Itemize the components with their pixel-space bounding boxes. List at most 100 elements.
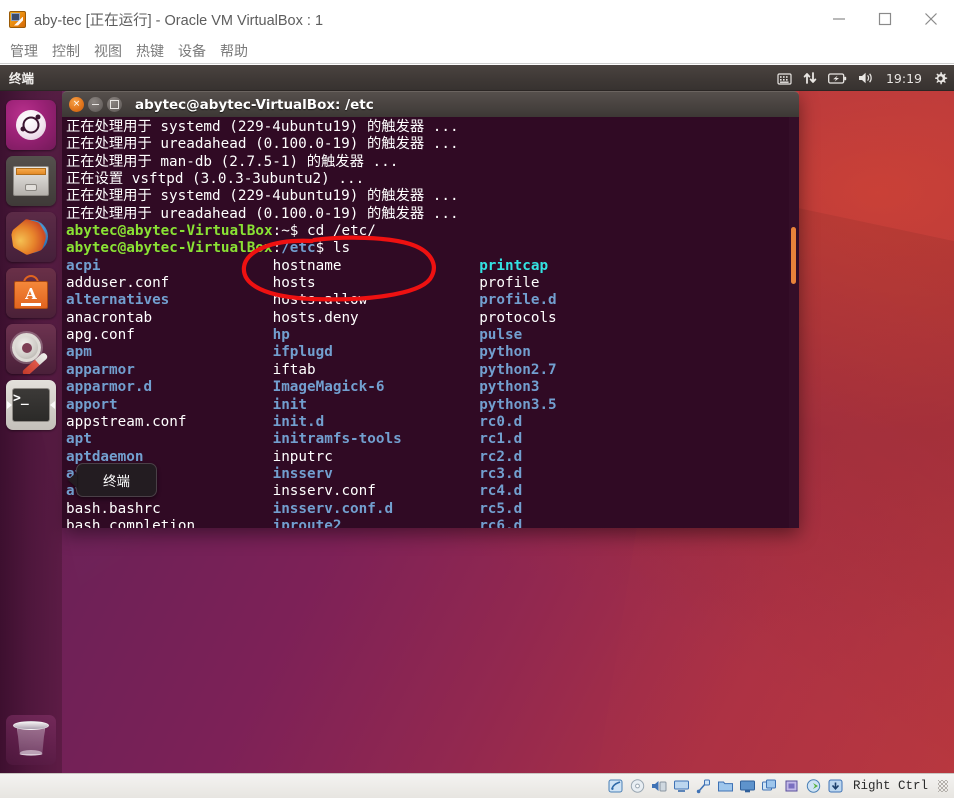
system-settings-icon[interactable] bbox=[6, 324, 56, 374]
audio-icon[interactable] bbox=[651, 778, 668, 794]
software-center-icon[interactable]: A bbox=[6, 268, 56, 318]
menu-item-control[interactable]: 控制 bbox=[52, 41, 80, 61]
terminal-body[interactable]: 正在处理用于 systemd (229-4ubuntu19) 的触发器 ... 正… bbox=[62, 117, 799, 528]
listing-row: at-spi2 insserv rc3.d bbox=[66, 466, 799, 483]
menu-item-help[interactable]: 帮助 bbox=[220, 41, 248, 61]
listing-entry: rc5.d bbox=[479, 500, 652, 517]
listing-entry: rc2.d bbox=[479, 448, 652, 465]
vbox-titlebar: aby-tec [正在运行] - Oracle VM VirtualBox : … bbox=[0, 0, 954, 38]
resize-grip[interactable] bbox=[938, 780, 948, 792]
close-button[interactable] bbox=[908, 0, 954, 38]
volume-indicator-icon[interactable] bbox=[858, 71, 875, 85]
listing-entry: adduser.conf bbox=[66, 275, 273, 292]
listing-entry: hosts bbox=[272, 275, 480, 292]
host-key-icon[interactable] bbox=[827, 778, 844, 794]
listing-row: apt initramfs-tools rc1.d bbox=[66, 431, 799, 448]
terminal-output: 正在处理用于 systemd (229-4ubuntu19) 的触发器 ... 正… bbox=[66, 119, 799, 528]
listing-entry: anacrontab bbox=[66, 309, 273, 326]
listing-entry: python bbox=[479, 344, 652, 361]
display-icon[interactable] bbox=[739, 778, 756, 794]
listing-entry: apt bbox=[66, 431, 273, 448]
listing-entry: init.d bbox=[272, 413, 480, 430]
listing-entry: insserv bbox=[272, 465, 480, 482]
listing-entry: hostname bbox=[272, 257, 480, 274]
listing-entry: alternatives bbox=[66, 292, 273, 309]
optical-drive-icon[interactable] bbox=[629, 778, 646, 794]
cpu-icon[interactable] bbox=[783, 778, 800, 794]
listing-row: aptdaemon inputrc rc2.d bbox=[66, 449, 799, 466]
virtualbox-icon bbox=[9, 10, 26, 28]
vbox-menubar: 管理 控制 视图 热键 设备 帮助 bbox=[0, 38, 954, 64]
shared-folders-icon[interactable] bbox=[717, 778, 734, 794]
menu-item-devices[interactable]: 设备 bbox=[178, 41, 206, 61]
vbox-statusbar: Right Ctrl bbox=[0, 773, 954, 798]
listing-entry: bash.bashrc bbox=[66, 500, 273, 517]
listing-entry: python3 bbox=[479, 379, 652, 396]
listing-entry: profile bbox=[479, 275, 652, 292]
terminal-line: 正在处理用于 man-db (2.7.5-1) 的触发器 ... bbox=[66, 153, 399, 170]
usb-icon[interactable] bbox=[695, 778, 712, 794]
listing-row: adduser.conf hosts profile bbox=[66, 275, 799, 292]
listing-row: apparmor iftab python2.7 bbox=[66, 362, 799, 379]
hard-disk-icon[interactable] bbox=[607, 778, 624, 794]
terminal-window: × abytec@abytec-VirtualBox: /etc 正在处理用于 … bbox=[62, 91, 799, 528]
network-indicator-icon[interactable] bbox=[803, 71, 817, 85]
panel-app-title[interactable]: 终端 bbox=[9, 68, 34, 87]
panel-indicators: 19:19 bbox=[777, 65, 948, 91]
terminal-close-button[interactable]: × bbox=[69, 97, 84, 112]
terminal-scrollbar[interactable] bbox=[789, 117, 799, 528]
network-icon[interactable] bbox=[673, 778, 690, 794]
window-title: aby-tec [正在运行] - Oracle VM VirtualBox : … bbox=[34, 12, 324, 29]
panel-clock[interactable]: 19:19 bbox=[886, 71, 922, 86]
listing-entry: appstream.conf bbox=[66, 413, 273, 430]
screenshot-root: aby-tec [正在运行] - Oracle VM VirtualBox : … bbox=[0, 0, 954, 798]
listing-entry: inputrc bbox=[272, 448, 480, 465]
listing-entry: iproute2 bbox=[272, 517, 480, 528]
menu-item-manage[interactable]: 管理 bbox=[10, 41, 38, 61]
menu-item-view[interactable]: 视图 bbox=[94, 41, 122, 61]
menu-item-hotkeys[interactable]: 热键 bbox=[136, 41, 164, 61]
listing-row: avahi insserv.conf rc4.d bbox=[66, 483, 799, 500]
trash-icon[interactable] bbox=[6, 715, 56, 765]
listing-row: apparmor.d ImageMagick-6 python3 bbox=[66, 379, 799, 396]
listing-entry: iftab bbox=[272, 361, 480, 378]
minimize-button[interactable] bbox=[816, 0, 862, 38]
terminal-line: 正在处理用于 systemd (229-4ubuntu19) 的触发器 ... bbox=[66, 188, 459, 205]
listing-entry: pulse bbox=[479, 327, 652, 344]
terminal-minimize-button[interactable] bbox=[88, 97, 103, 112]
listing-row: apport init python3.5 bbox=[66, 397, 799, 414]
ubuntu-top-panel: 终端 19:19 bbox=[0, 65, 954, 91]
listing-row: appstream.conf init.d rc0.d bbox=[66, 414, 799, 431]
terminal-titlebar[interactable]: × abytec@abytec-VirtualBox: /etc bbox=[62, 91, 799, 117]
guest-screen: 终端 19:19 A >_ × abytec@abytec-VirtualBox… bbox=[0, 65, 954, 773]
recording-icon[interactable] bbox=[761, 778, 778, 794]
listing-row: apm ifplugd python bbox=[66, 344, 799, 361]
listing-entry: rc1.d bbox=[479, 431, 652, 448]
listing-entry: bash_completion bbox=[66, 517, 273, 528]
listing-entry: initramfs-tools bbox=[272, 431, 480, 448]
terminal-prompt-line: abytec@abytec-VirtualBox:~$ cd /etc/ bbox=[66, 223, 376, 240]
firefox-icon[interactable] bbox=[6, 212, 56, 262]
listing-entry: insserv.conf.d bbox=[272, 500, 480, 517]
session-gear-icon[interactable] bbox=[933, 71, 948, 86]
ubuntu-dash-icon[interactable] bbox=[6, 100, 56, 150]
listing-entry: rc0.d bbox=[479, 413, 652, 430]
unity-launcher: A >_ bbox=[0, 91, 62, 773]
terminal-maximize-button[interactable] bbox=[107, 97, 122, 112]
mouse-integration-icon[interactable] bbox=[805, 778, 822, 794]
battery-indicator-icon[interactable] bbox=[828, 72, 847, 85]
listing-entry: protocols bbox=[479, 309, 652, 326]
terminal-line: 正在处理用于 ureadahead (0.100.0-19) 的触发器 ... bbox=[66, 136, 459, 153]
files-icon[interactable] bbox=[6, 156, 56, 206]
listing-entry: apparmor.d bbox=[66, 379, 273, 396]
window-controls bbox=[816, 0, 954, 38]
terminal-icon[interactable]: >_ bbox=[6, 380, 56, 430]
listing-entry: apm bbox=[66, 344, 273, 361]
host-key-label: Right Ctrl bbox=[852, 779, 928, 793]
keyboard-indicator-icon[interactable] bbox=[777, 71, 792, 85]
listing-entry: profile.d bbox=[479, 292, 652, 309]
maximize-button[interactable] bbox=[862, 0, 908, 38]
terminal-scrollbar-thumb[interactable] bbox=[791, 227, 796, 284]
terminal-title: abytec@abytec-VirtualBox: /etc bbox=[135, 96, 374, 113]
listing-entry: ifplugd bbox=[272, 344, 480, 361]
